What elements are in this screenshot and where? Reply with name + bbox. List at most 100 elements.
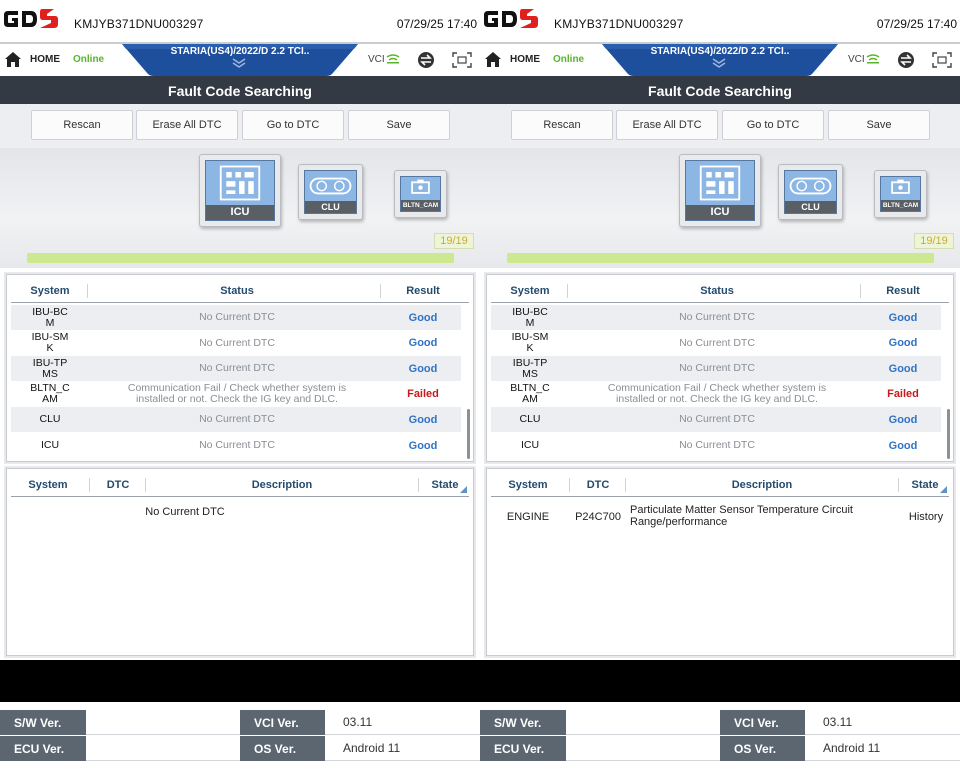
dtc-code: P24C700: [575, 511, 621, 523]
module-icu[interactable]: ICU: [679, 154, 761, 227]
dtc-table-header: System DTC Description State: [491, 473, 949, 497]
table-row[interactable]: IBU-BC M No Current DTC Good: [491, 305, 941, 330]
row-result: Failed: [407, 388, 439, 401]
ecu-version-label: ECU Ver.: [0, 736, 86, 761]
home-icon[interactable]: [484, 51, 502, 68]
table-row[interactable]: IBU-TP MS No Current DTC Good: [491, 356, 941, 382]
save-button[interactable]: Save: [348, 110, 450, 140]
dtc-row[interactable]: ENGINE P24C700 Particulate Matter Sensor T…: [491, 501, 949, 531]
home-button[interactable]: HOME: [510, 54, 540, 65]
row-system: IBU-TP MS: [32, 356, 68, 380]
row-status: No Current DTC: [199, 311, 275, 323]
module-clu[interactable]: CLU: [778, 164, 843, 220]
module-icu[interactable]: ICU: [199, 154, 281, 227]
header-result: Result: [406, 285, 440, 297]
header-dtc-system: System: [28, 479, 68, 491]
capture-icon[interactable]: [932, 52, 952, 68]
row-status: No Current DTC: [679, 311, 755, 323]
vci-label: VCI: [848, 54, 865, 65]
module-icu-label: ICU: [686, 205, 754, 220]
screen-right: KMJYB371DNU003297 07/29/25 17:40 HOME On…: [480, 0, 960, 660]
row-system: ICU: [40, 439, 60, 451]
row-system: IBU-TP MS: [512, 356, 548, 380]
sort-corner-icon[interactable]: [940, 486, 947, 493]
module-icu-icon: [206, 161, 274, 205]
swap-icon[interactable]: [896, 51, 916, 69]
sw-version-label: S/W Ver.: [480, 710, 566, 735]
table-row[interactable]: IBU-SM K No Current DTC Good: [11, 331, 461, 356]
erase-all-dtc-button[interactable]: Erase All DTC: [616, 110, 718, 140]
table-row[interactable]: ICU No Current DTC Good: [11, 433, 461, 458]
module-bltn-cam[interactable]: BLTN_CAM: [874, 170, 927, 218]
row-system: IBU-BC M: [32, 305, 68, 329]
row-status: No Current DTC: [199, 336, 275, 349]
title-bar: Fault Code Searching: [0, 76, 480, 104]
vehicle-label[interactable]: STARIA(US4)/2022/D 2.2 TCI..: [140, 46, 340, 57]
dtc-panel: System DTC Description State ENGINE P24C7…: [486, 468, 954, 656]
home-icon[interactable]: [4, 51, 22, 68]
erase-all-dtc-button[interactable]: Erase All DTC: [136, 110, 238, 140]
save-button[interactable]: Save: [828, 110, 930, 140]
gds-logo: [484, 9, 538, 28]
progress-bar: [27, 253, 454, 263]
home-button[interactable]: HOME: [30, 54, 60, 65]
module-area: ICU CLU BLTN_CAM 19/19: [480, 148, 960, 268]
module-clu-icon: [305, 171, 356, 201]
row-result: Good: [408, 311, 438, 324]
row-status: Communication Fail / Check whether syste…: [607, 382, 827, 406]
row-result: Good: [408, 337, 438, 350]
scrollbar[interactable]: [467, 409, 470, 459]
progress-fill: [27, 253, 454, 263]
header-system: System: [510, 285, 550, 297]
go-to-dtc-button[interactable]: Go to DTC: [242, 110, 344, 140]
header-dtc-system: System: [508, 479, 548, 491]
table-row[interactable]: CLU No Current DTC Good: [491, 407, 941, 433]
table-row[interactable]: CLU No Current DTC Good: [11, 407, 461, 433]
module-icu-icon: [686, 161, 754, 205]
system-status-panel: System Status Result IBU-BC M No Current …: [486, 274, 954, 462]
row-status: No Current DTC: [199, 362, 275, 375]
vci-label: VCI: [368, 54, 385, 65]
status-bar: KMJYB371DNU003297 07/29/25 17:40: [480, 0, 960, 44]
module-clu-icon: [785, 171, 836, 201]
row-result: Failed: [887, 388, 919, 401]
nav-bar: HOME Online STARIA(US4)/2022/D 2.2 TCI..…: [0, 44, 480, 76]
datetime: 07/29/25 17:40: [876, 17, 957, 31]
table-row[interactable]: IBU-BC M No Current DTC Good: [11, 305, 461, 330]
module-clu[interactable]: CLU: [298, 164, 363, 220]
dtc-system: ENGINE: [506, 511, 550, 523]
header-dtc-code: DTC: [586, 479, 610, 491]
toolbar: Rescan Erase All DTC Go to DTC Save: [0, 104, 480, 148]
module-cam-icon: [401, 177, 440, 200]
row-system: BLTN_C AM: [510, 382, 550, 406]
system-table-header: System Status Result: [491, 279, 949, 303]
table-row[interactable]: BLTN_C AM Communication Fail / Check whet…: [491, 382, 941, 407]
system-table-header: System Status Result: [11, 279, 469, 303]
row-result: Good: [888, 439, 918, 452]
chevron-down-icon[interactable]: [231, 58, 247, 68]
row-system: IBU-SM K: [511, 331, 549, 355]
chevron-down-icon[interactable]: [711, 58, 727, 68]
swap-icon[interactable]: [416, 51, 436, 69]
rescan-button[interactable]: Rescan: [31, 110, 133, 140]
vehicle-label[interactable]: STARIA(US4)/2022/D 2.2 TCI..: [620, 46, 820, 57]
dtc-table-header: System DTC Description State: [11, 473, 469, 497]
header-system: System: [30, 285, 70, 297]
row-result: Good: [408, 413, 438, 426]
scrollbar[interactable]: [947, 409, 950, 459]
capture-icon[interactable]: [452, 52, 472, 68]
table-row[interactable]: BLTN_C AM Communication Fail / Check whet…: [11, 382, 461, 407]
row-result: Good: [888, 362, 918, 375]
rescan-button[interactable]: Rescan: [511, 110, 613, 140]
vci-version-value: 03.11: [805, 710, 960, 735]
table-row[interactable]: IBU-TP MS No Current DTC Good: [11, 356, 461, 382]
table-row[interactable]: ICU No Current DTC Good: [491, 433, 941, 458]
row-result: Good: [888, 337, 918, 350]
vin-number: KMJYB371DNU003297: [554, 17, 684, 31]
table-row[interactable]: IBU-SM K No Current DTC Good: [491, 331, 941, 356]
go-to-dtc-button[interactable]: Go to DTC: [722, 110, 824, 140]
ecu-version-label: ECU Ver.: [480, 736, 566, 761]
module-bltn-cam[interactable]: BLTN_CAM: [394, 170, 447, 218]
sort-corner-icon[interactable]: [460, 486, 467, 493]
ecu-version-value: [86, 736, 240, 761]
